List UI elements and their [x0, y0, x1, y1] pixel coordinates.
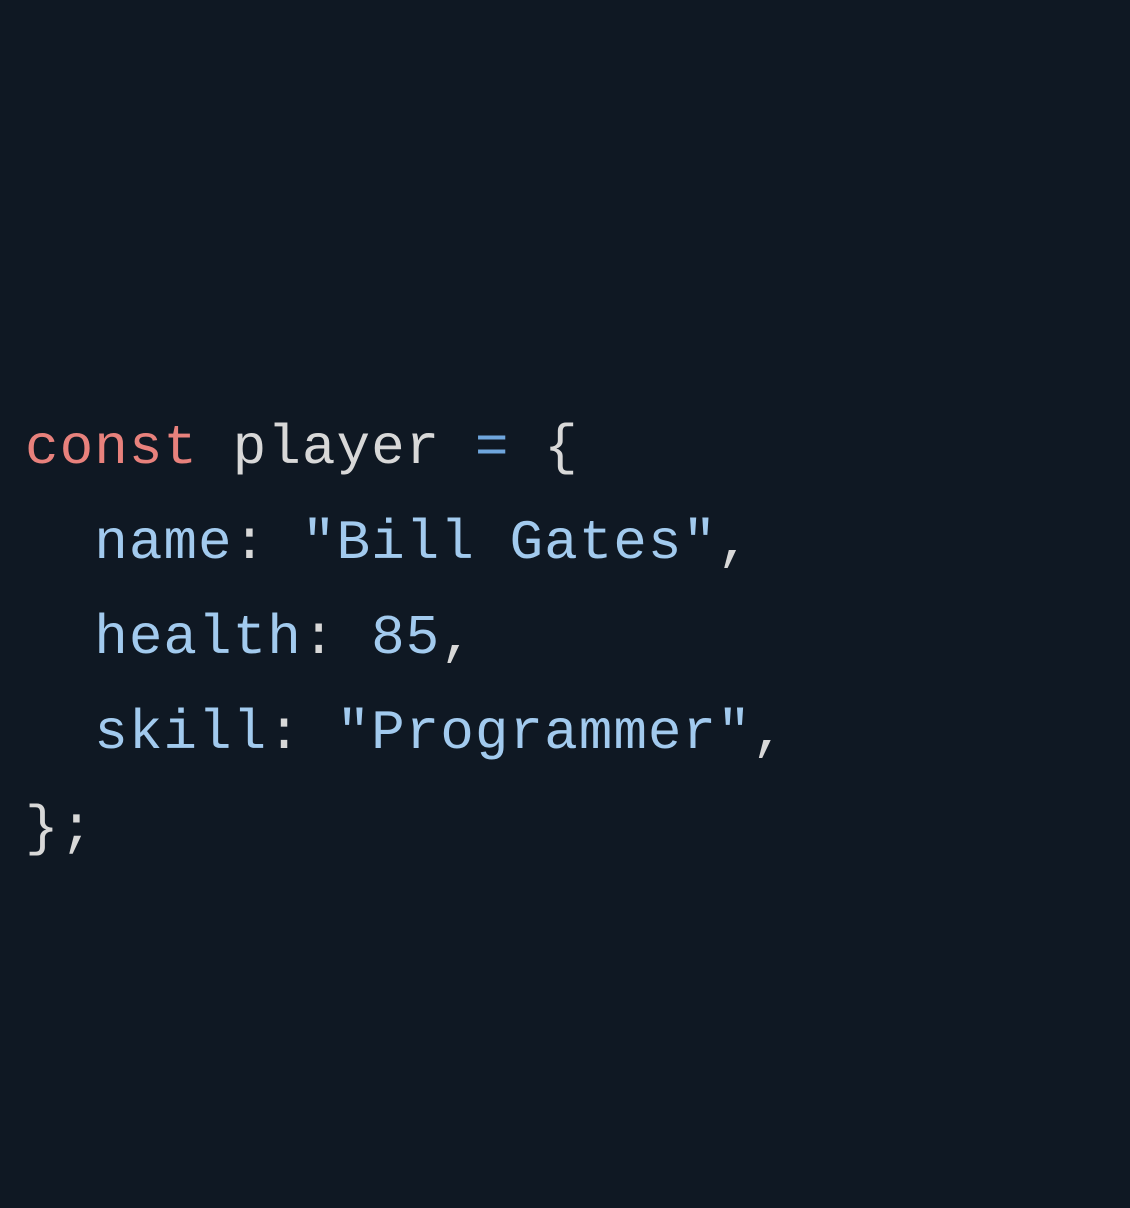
string-value: "Programmer"	[336, 701, 751, 765]
comma: ,	[752, 701, 787, 765]
brace-close: };	[25, 797, 94, 861]
number-value: 85	[371, 606, 440, 670]
colon: :	[267, 701, 302, 765]
colon: :	[302, 606, 337, 670]
code-block: const player = { name: "Bill Gates", hea…	[25, 401, 1105, 877]
keyword-const: const	[25, 416, 198, 480]
variable-name: player	[233, 416, 441, 480]
string-value: "Bill Gates"	[302, 511, 717, 575]
brace-open: {	[544, 416, 579, 480]
property-health: health	[94, 606, 302, 670]
property-skill: skill	[94, 701, 267, 765]
operator-equals: =	[475, 416, 510, 480]
property-name: name	[94, 511, 232, 575]
comma: ,	[440, 606, 475, 670]
comma: ,	[717, 511, 752, 575]
colon: :	[233, 511, 268, 575]
